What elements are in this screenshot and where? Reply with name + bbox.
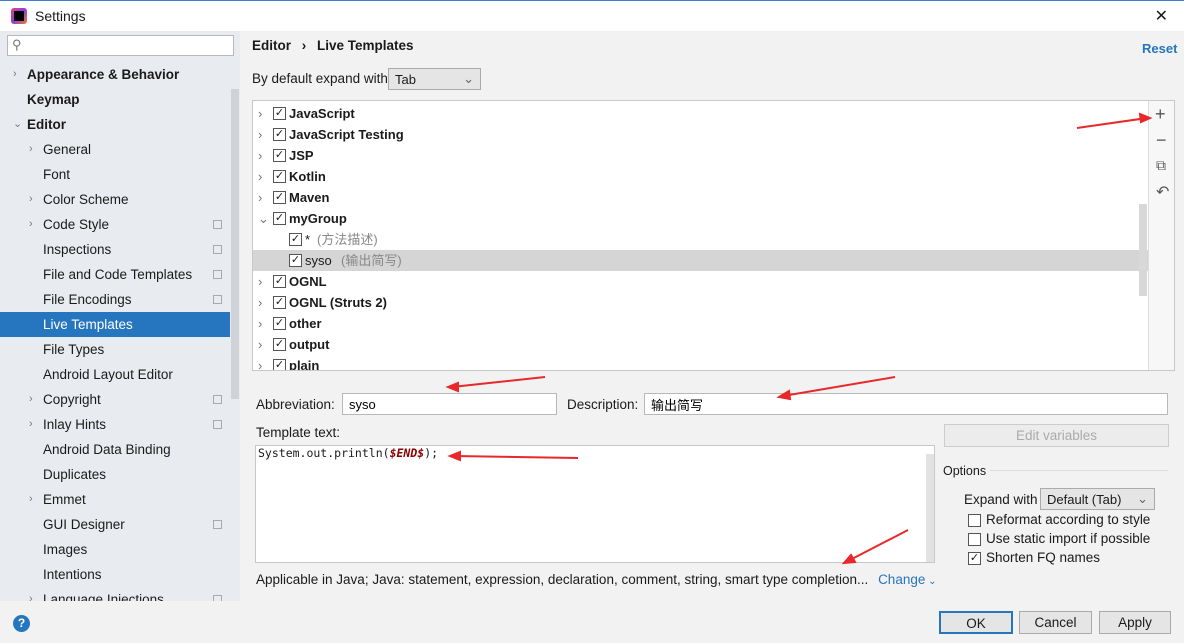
arrowhead <box>841 553 857 565</box>
arrowhead <box>447 450 461 462</box>
annotation-arrow <box>453 455 579 459</box>
annotation-arrow <box>847 529 909 562</box>
annotation-arrow <box>1076 117 1148 129</box>
annotation-arrow <box>451 376 546 388</box>
annotation-arrows <box>445 112 1153 565</box>
arrowhead <box>1138 112 1153 124</box>
arrowhead <box>776 389 792 401</box>
annotation-arrow <box>782 376 896 397</box>
arrowhead <box>445 381 459 393</box>
